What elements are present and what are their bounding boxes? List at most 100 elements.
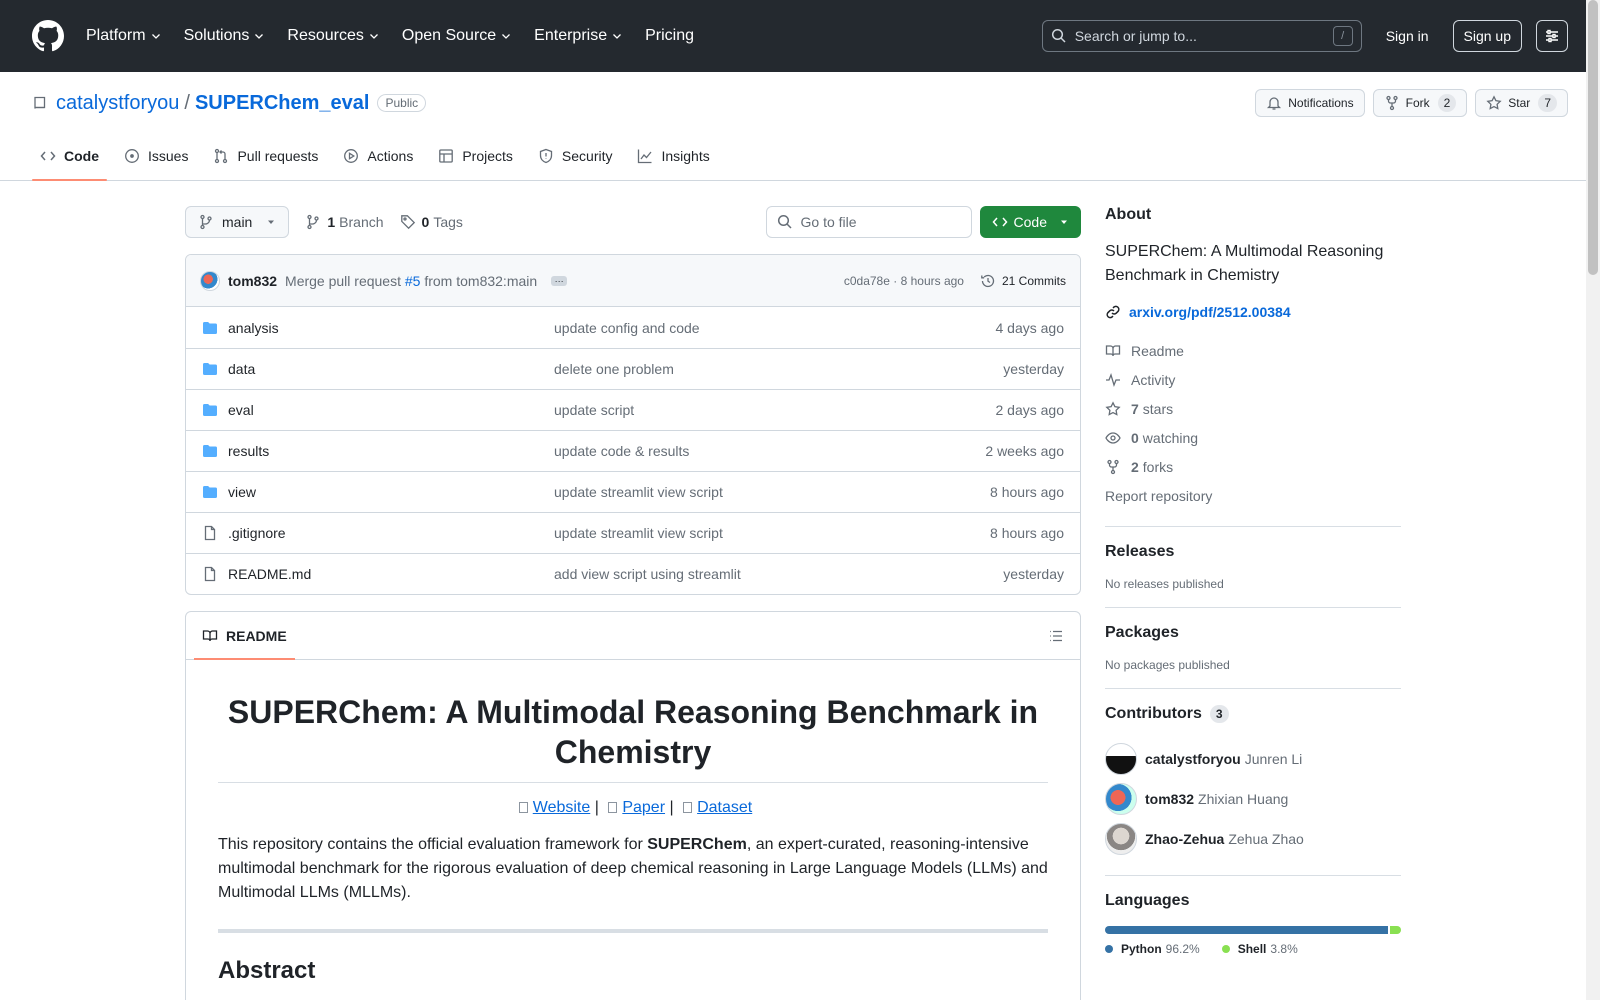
folder-icon [203,486,217,498]
file-row[interactable]: .gitignore update streamlit view script 8 … [186,512,1080,553]
page-scrollbar[interactable] [1586,0,1600,1000]
file-commit-message[interactable]: add view script using streamlit [554,566,1003,582]
contributor-login: Zhao-Zehua [1145,831,1225,847]
settings-menu-button[interactable] [1536,20,1568,52]
file-commit-message[interactable]: update streamlit view script [554,525,990,541]
stars-link[interactable]: 7 stars [1105,394,1401,423]
sign-up-button[interactable]: Sign up [1452,20,1522,52]
file-name-link[interactable]: README.md [228,566,554,582]
nav-label: Open Source [401,27,497,44]
commits-history-link[interactable]: 21 Commits [980,273,1066,289]
search-icon [777,214,792,229]
tab-issues[interactable]: Issues [116,132,196,180]
file-commit-time: 4 days ago [995,319,1065,336]
repo-owner-link[interactable]: catalystforyou [56,92,179,115]
file-commit-message[interactable]: delete one problem [554,361,1003,377]
homepage-link[interactable]: arxiv.org/pdf/2512.00384 [1105,304,1401,320]
file-name-link[interactable]: data [228,361,554,377]
code-icon [40,151,56,161]
dataset-link[interactable]: Dataset [697,799,752,816]
fork-button[interactable]: Fork 2 [1372,89,1468,117]
file-commit-time: 2 weeks ago [985,443,1064,459]
file-row[interactable]: analysis update config and code 4 days ago [186,307,1080,348]
tab-pull-requests[interactable]: Pull requests [205,132,326,180]
nav-platform[interactable]: Platform [86,27,162,45]
readme-link[interactable]: Readme [1105,336,1401,365]
file-row[interactable]: data delete one problem yesterday [186,348,1080,389]
page-content: main 1 Branch 0 Tags Go to file Code tom… [185,206,1401,1000]
file-name-link[interactable]: results [228,443,554,459]
contributors-heading[interactable]: Contributors 3 [1105,705,1401,723]
nav-resources[interactable]: Resources [287,27,379,45]
scrollbar-thumb[interactable] [1588,0,1598,275]
contributor-item[interactable]: tom832 Zhixian Huang [1105,779,1401,819]
avatar [1105,823,1137,855]
contributor-name: Zhixian Huang [1198,791,1289,807]
star-button[interactable]: Star 7 [1475,89,1568,117]
file-type-icon [202,484,218,500]
nav-pricing[interactable]: Pricing [645,27,694,45]
avatar[interactable] [200,270,220,291]
book-icon [202,629,218,641]
activity-label: Activity [1131,371,1176,388]
file-row[interactable]: eval update script 2 days ago [186,389,1080,430]
commit-hash-link[interactable]: c0da78e [844,274,890,288]
packages-heading[interactable]: Packages [1105,624,1401,642]
tab-projects[interactable]: Projects [430,132,521,180]
language-item[interactable]: Python 96.2% [1105,942,1200,956]
file-name-link[interactable]: .gitignore [228,525,554,541]
repo-name-link[interactable]: SUPERChem_eval [195,92,370,115]
global-search-input[interactable]: Search or jump to... / [1041,20,1362,52]
file-name-link[interactable]: eval [228,402,554,418]
file-name-link[interactable]: view [228,484,554,500]
paper-link[interactable]: Paper [622,799,665,816]
file-type-icon [202,525,218,541]
file-commit-message[interactable]: update code & results [554,443,985,459]
code-dropdown-button[interactable]: Code [979,206,1081,238]
branches-link[interactable]: 1 Branch [305,214,384,230]
outline-button[interactable] [1048,612,1072,659]
contributor-item[interactable]: catalystforyou Junren Li [1105,739,1401,779]
file-row[interactable]: README.md add view script using streamlit… [186,553,1080,594]
notifications-button[interactable]: Notifications [1255,89,1365,117]
file-commit-message[interactable]: update config and code [554,320,996,336]
report-repository-link[interactable]: Report repository [1105,481,1401,510]
about-section: About SUPERChem: A Multimodal Reasoning … [1105,206,1401,527]
contributor-item[interactable]: Zhao-Zehua Zehua Zhao [1105,819,1401,859]
tab-code[interactable]: Code [32,132,107,181]
activity-link[interactable]: Activity [1105,365,1401,394]
nav-solutions[interactable]: Solutions [184,27,266,45]
file-name-link[interactable]: analysis [228,320,554,336]
folder-icon [203,321,217,334]
pr-link[interactable]: #5 [405,273,421,289]
readme-tab[interactable]: README [194,612,295,660]
tags-link[interactable]: 0 Tags [400,214,463,230]
nav-enterprise[interactable]: Enterprise [534,27,623,45]
tab-security[interactable]: Security [530,132,621,180]
language-item[interactable]: Shell 3.8% [1221,942,1298,956]
commit-author-link[interactable]: tom832 [228,273,277,289]
nav-label: Pricing [645,27,694,44]
tab-insights[interactable]: Insights [629,132,717,180]
forks-count: 2 [1131,458,1139,475]
forks-link[interactable]: 2 forks [1105,452,1401,481]
main-column: main 1 Branch 0 Tags Go to file Code tom… [185,206,1081,1000]
file-row[interactable]: view update streamlit view script 8 hours … [186,471,1080,512]
tab-label: Actions [367,148,414,164]
watchers-link[interactable]: 0 watching [1105,423,1401,452]
file-commit-message[interactable]: update script [554,402,996,418]
file-commit-message[interactable]: update streamlit view script [554,484,990,500]
sign-in-link[interactable]: Sign in [1378,22,1437,50]
readme-links: Website | Paper | Dataset [218,799,1048,817]
releases-heading[interactable]: Releases [1105,543,1401,561]
tab-actions[interactable]: Actions [335,132,421,180]
expand-commit-button[interactable]: ··· [551,275,568,286]
go-to-file-input[interactable]: Go to file [765,206,972,238]
file-row[interactable]: results update code & results 2 weeks ago [186,430,1080,471]
readme-header: README [186,612,1080,660]
branch-select-button[interactable]: main [185,206,290,238]
github-logo-icon[interactable] [32,20,64,52]
commit-message[interactable]: Merge pull request #5 from tom832:main [285,273,537,289]
website-link[interactable]: Website [533,799,591,816]
nav-open-source[interactable]: Open Source [402,27,512,45]
